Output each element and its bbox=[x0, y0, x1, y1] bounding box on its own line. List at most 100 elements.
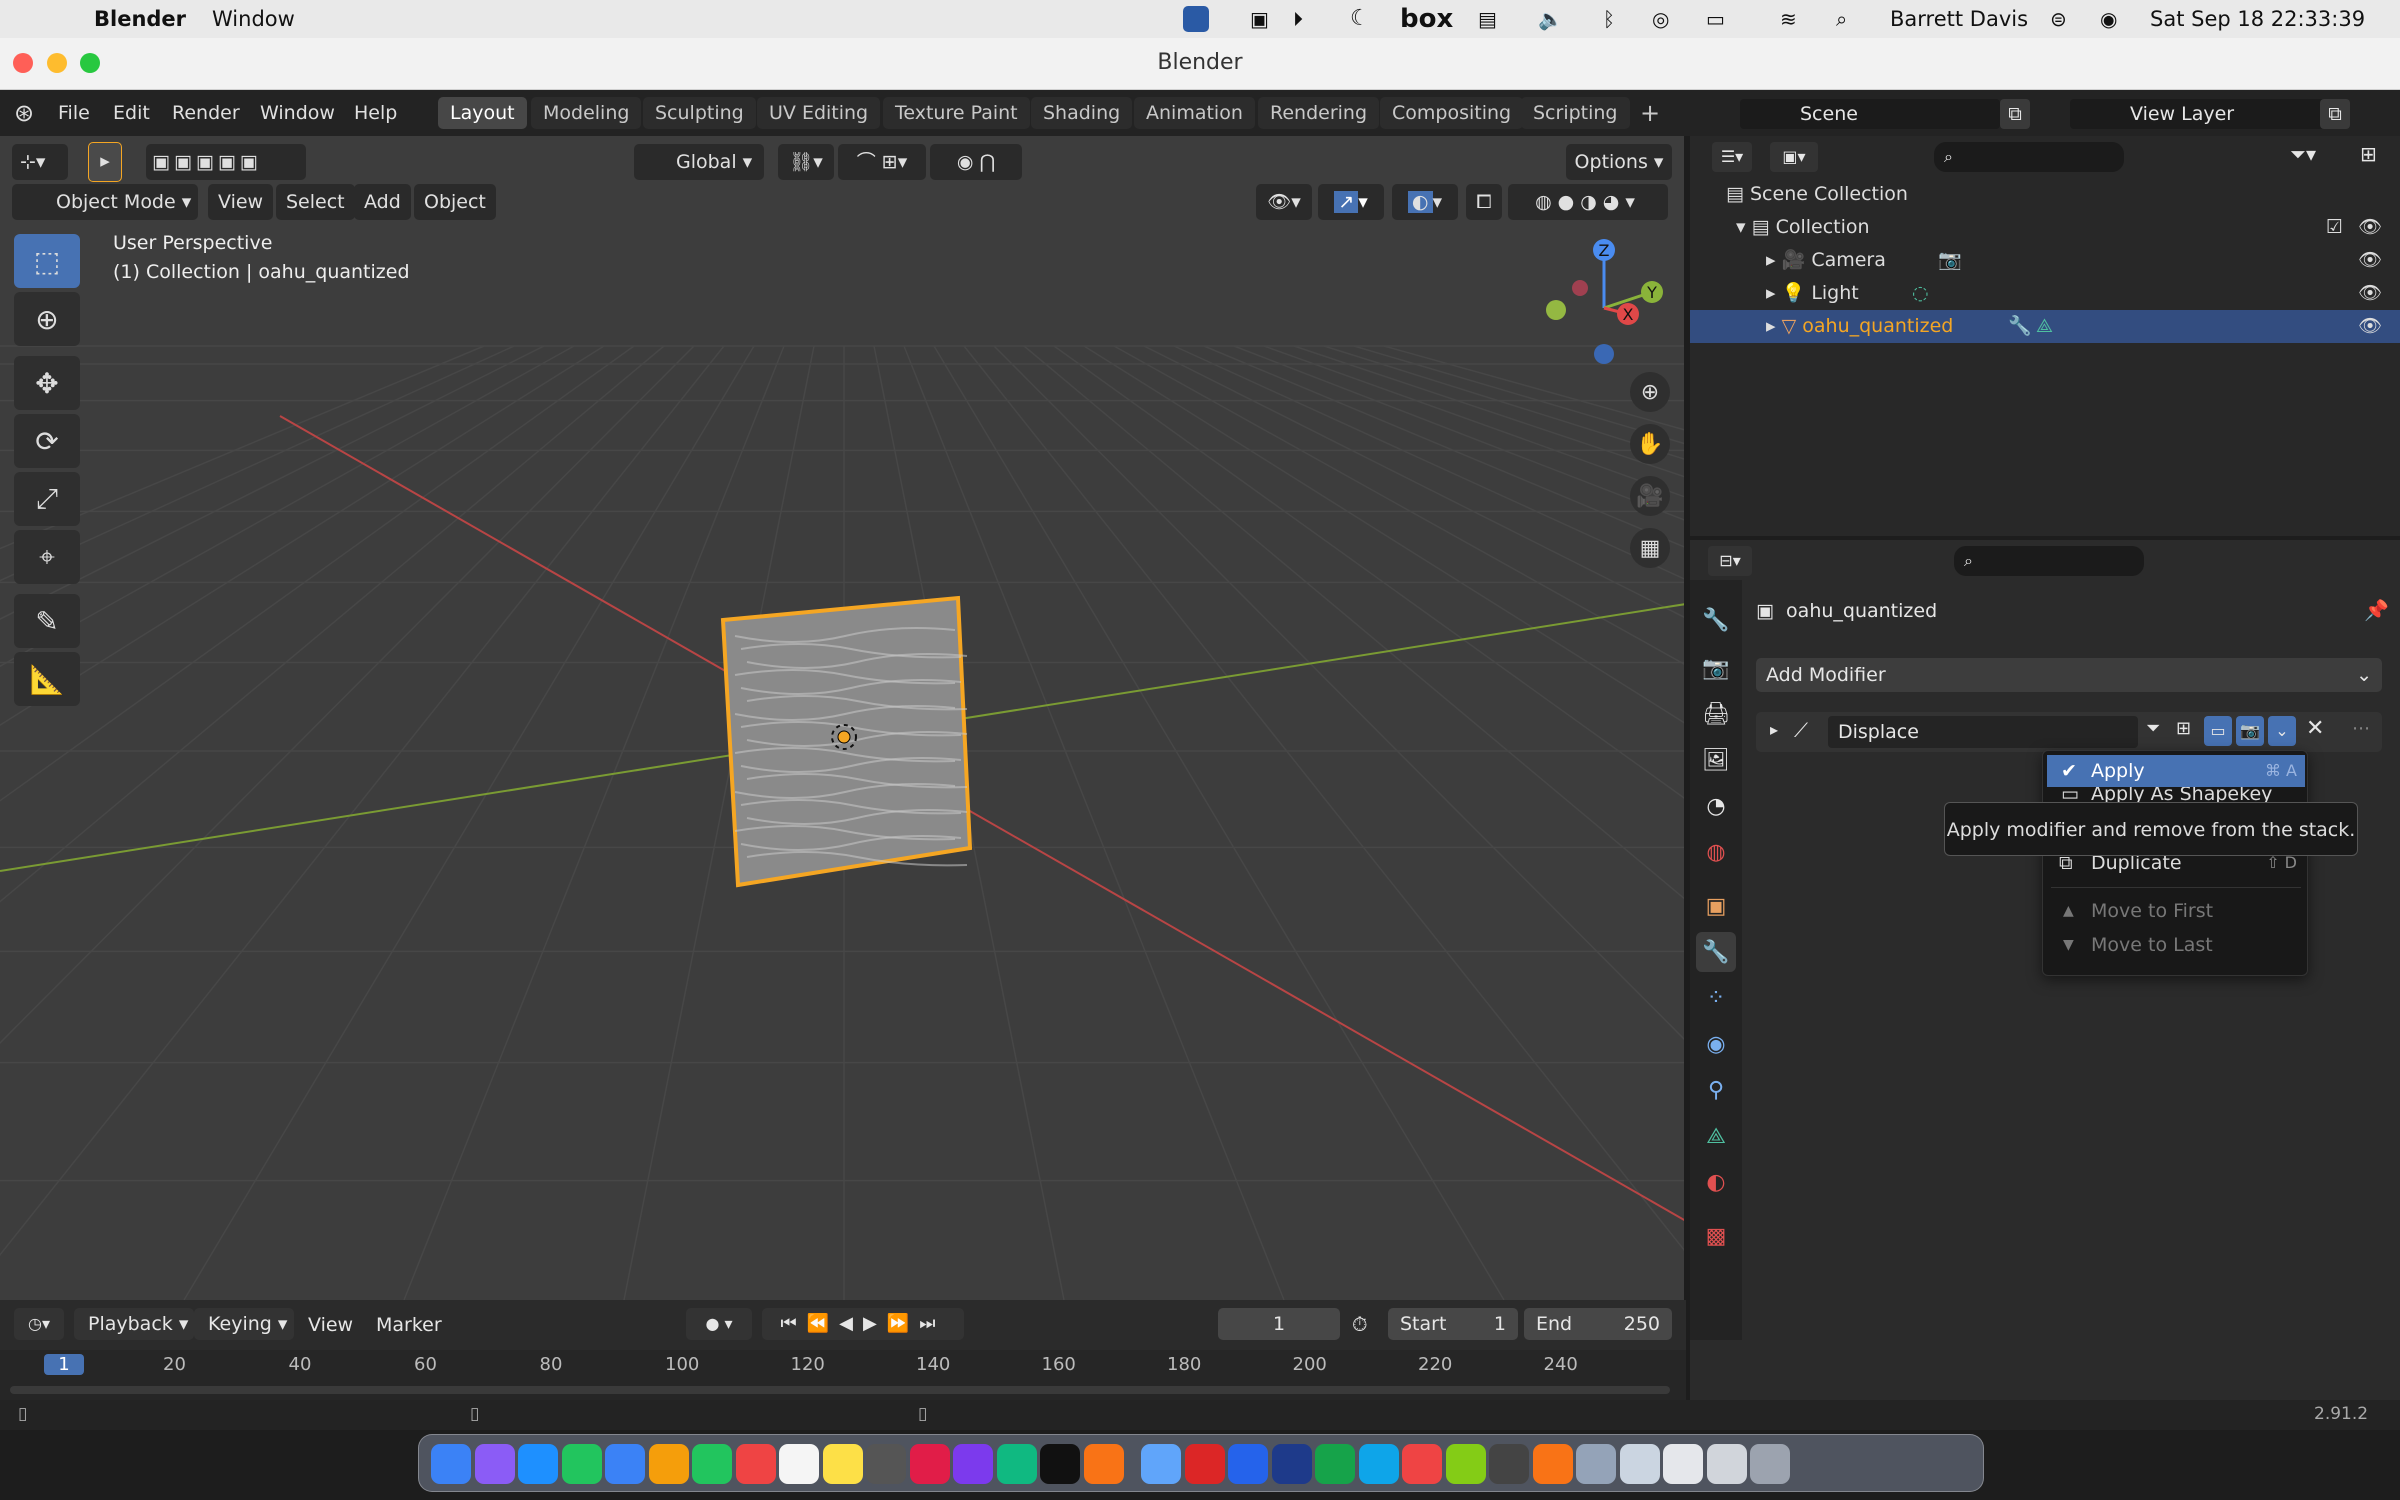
properties-editor-type-icon[interactable]: ⊟▾ bbox=[1708, 546, 1752, 576]
mesh-data-icon[interactable]: ⟁ bbox=[2036, 310, 2053, 343]
pivot-point-icon[interactable]: ⛓▾ bbox=[778, 144, 834, 180]
outliner-filter-view-icon[interactable]: ▣▾ bbox=[1770, 142, 1818, 172]
menu-item-move-last[interactable]: ▼ Move to Last bbox=[2047, 929, 2305, 961]
menu-file[interactable]: File bbox=[58, 90, 90, 136]
gizmo-neg-x-axis[interactable] bbox=[1572, 280, 1588, 296]
render-toggle-icon[interactable]: 📷 bbox=[2236, 716, 2264, 746]
blender-logo-icon[interactable]: ⊛ bbox=[14, 90, 34, 136]
stopwatch-icon[interactable]: ⏱ bbox=[1352, 1312, 1368, 1336]
timeline-marker-menu[interactable]: Marker bbox=[376, 1314, 442, 1336]
data-tab-icon[interactable]: ⟁ bbox=[1696, 1116, 1736, 1156]
gizmo-neg-y-axis[interactable] bbox=[1546, 300, 1566, 320]
light-data-icon[interactable]: ◌ bbox=[1912, 277, 1929, 310]
material-tab-icon[interactable]: ◐ bbox=[1696, 1162, 1736, 1202]
visibility-eye-icon[interactable]: 👁 bbox=[2358, 277, 2382, 310]
dock-app-icon[interactable] bbox=[692, 1444, 732, 1484]
render-tab-icon[interactable]: 📷 bbox=[1696, 648, 1736, 688]
new-scene-icon[interactable]: ⧉ bbox=[2000, 99, 2030, 129]
transform-orientation-dropdown[interactable]: Global ▾ bbox=[634, 144, 764, 180]
timeline-editor-type-icon[interactable]: ◷▾ bbox=[14, 1308, 64, 1340]
particles-tab-icon[interactable]: ⁘ bbox=[1696, 978, 1736, 1018]
dock-app-icon[interactable] bbox=[561, 1444, 602, 1484]
dock-app-icon[interactable] bbox=[605, 1444, 645, 1484]
timeline-scrollbar[interactable] bbox=[10, 1386, 1670, 1394]
drag-handle-icon[interactable]: ⋯ bbox=[2352, 718, 2370, 739]
dock-app-icon[interactable] bbox=[1532, 1444, 1573, 1484]
dock-app-icon[interactable] bbox=[1402, 1444, 1442, 1484]
dock-app-icon[interactable] bbox=[1663, 1444, 1703, 1484]
3d-viewport[interactable]: ⊹▾ ▸ ▣▣▣▣▣ Global ▾ ⛓▾ ⌒ ⊞▾ ◉ ⋂ Options … bbox=[0, 136, 1686, 1300]
dock-app-icon[interactable] bbox=[1358, 1444, 1399, 1484]
user-name[interactable]: Barrett Davis bbox=[1890, 0, 2028, 38]
visibility-icon[interactable]: 👁▾ bbox=[1256, 184, 1312, 220]
scene-selector[interactable]: Scene bbox=[1740, 99, 2000, 129]
scene-tab-icon[interactable]: ◔ bbox=[1696, 786, 1736, 826]
dock-app-icon[interactable] bbox=[953, 1444, 993, 1484]
tool-select-box-icon[interactable]: ⬚ bbox=[14, 234, 80, 288]
dock-app-icon[interactable] bbox=[996, 1444, 1037, 1484]
object-tab-icon[interactable]: ▣ bbox=[1696, 886, 1736, 926]
tab-rendering[interactable]: Rendering bbox=[1258, 97, 1380, 129]
camera-view-icon[interactable]: 🎥 bbox=[1630, 476, 1670, 516]
bluetooth-icon[interactable]: ᛒ bbox=[1603, 0, 1615, 38]
exclude-checkbox[interactable]: ☑ bbox=[2326, 211, 2343, 244]
viewport-menu-object[interactable]: Object bbox=[414, 184, 496, 220]
outliner-search-input[interactable]: ⌕ bbox=[1934, 142, 2124, 172]
zoom-icon[interactable]: ⊕ bbox=[1630, 372, 1670, 412]
perspective-grid-icon[interactable]: ▦ bbox=[1630, 528, 1670, 568]
dock-app-icon[interactable] bbox=[822, 1444, 863, 1484]
tab-uv-editing[interactable]: UV Editing bbox=[757, 97, 881, 129]
output-tab-icon[interactable]: 🖨 bbox=[1696, 694, 1736, 734]
volume-icon[interactable]: 🔈 bbox=[1538, 0, 1563, 38]
expand-arrow-icon[interactable]: ▸ bbox=[1770, 720, 1778, 739]
tool-measure-icon[interactable]: 📐 bbox=[14, 652, 80, 706]
start-frame-field[interactable]: Start 1 bbox=[1388, 1308, 1518, 1340]
tool-tab-icon[interactable]: 🔧 bbox=[1696, 600, 1736, 640]
world-tab-icon[interactable]: ◍ bbox=[1696, 832, 1736, 872]
modifier-menu-dropdown-icon[interactable]: ⌄ bbox=[2268, 716, 2296, 746]
viewport-menu-select[interactable]: Select bbox=[276, 184, 355, 220]
gizmo-toggle-icon[interactable]: ↗ ▾ bbox=[1318, 184, 1384, 220]
tool-cursor-icon[interactable]: ⊕ bbox=[14, 292, 80, 346]
outliner-oahu-row[interactable]: ▸ ▽ oahu_quantized 🔧 ⟁ 👁 bbox=[1690, 310, 2400, 343]
dock-app-icon[interactable] bbox=[1706, 1444, 1747, 1484]
dock-app-icon[interactable] bbox=[1489, 1444, 1529, 1484]
remove-modifier-icon[interactable]: ✕ bbox=[2306, 716, 2324, 741]
battery-icon[interactable]: ▭ bbox=[1706, 0, 1725, 38]
properties-search-input[interactable]: ⌕ bbox=[1954, 546, 2144, 576]
viewport-menu-add[interactable]: Add bbox=[354, 184, 411, 220]
tab-compositing[interactable]: Compositing bbox=[1380, 97, 1524, 129]
app-status-icon[interactable] bbox=[1183, 6, 1209, 32]
new-collection-icon[interactable]: ⊞ bbox=[2360, 142, 2377, 166]
dock-app-icon[interactable] bbox=[1228, 1444, 1268, 1484]
menu-item-move-first[interactable]: ▲ Move to First bbox=[2047, 895, 2305, 927]
close-window-button[interactable] bbox=[13, 53, 33, 73]
menu-item-apply[interactable]: ✔ Apply ⌘ A bbox=[2047, 755, 2305, 787]
pin-icon[interactable]: 📌 bbox=[2364, 598, 2389, 622]
viewport-menu-view[interactable]: View bbox=[208, 184, 274, 220]
menu-window[interactable]: Window bbox=[260, 90, 335, 136]
new-view-layer-icon[interactable]: ⧉ bbox=[2320, 99, 2350, 129]
current-frame-marker[interactable]: 1 bbox=[44, 1354, 84, 1375]
editor-type-selector[interactable]: ⊹▾ bbox=[12, 144, 68, 180]
outliner-collection-row[interactable]: ▾ ▤ Collection ☑ 👁 bbox=[1690, 211, 2400, 244]
cage-toggle-icon[interactable]: ⊞ bbox=[2176, 718, 2191, 739]
dock-app-icon[interactable] bbox=[1315, 1444, 1355, 1484]
keying-menu[interactable]: Keying ▾ bbox=[194, 1308, 294, 1340]
menu-help[interactable]: Help bbox=[354, 90, 397, 136]
outliner-light-row[interactable]: ▸ 💡 Light ◌ 👁 bbox=[1690, 277, 2400, 310]
dock-app-icon[interactable] bbox=[1184, 1444, 1225, 1484]
wifi-icon[interactable]: ≋ bbox=[1780, 0, 1797, 38]
viewport-display-toggle-icon[interactable]: ▭ bbox=[2204, 716, 2232, 746]
dock-app-icon[interactable] bbox=[1576, 1444, 1616, 1484]
end-frame-field[interactable]: End 250 bbox=[1524, 1308, 1672, 1340]
object-mode-dropdown[interactable]: Object Mode ▾ bbox=[12, 184, 198, 220]
tab-shading[interactable]: Shading bbox=[1031, 97, 1133, 129]
view-layer-selector[interactable]: View Layer bbox=[2070, 99, 2330, 129]
flag-icon[interactable]: ▤ bbox=[1478, 0, 1497, 38]
snap-icon[interactable]: ⌒ ⊞▾ bbox=[838, 144, 926, 180]
dock-app-icon[interactable] bbox=[431, 1444, 471, 1484]
spotlight-search-icon[interactable]: ⌕ bbox=[1836, 0, 1847, 38]
dock-app-icon[interactable] bbox=[1141, 1444, 1181, 1484]
playback-menu[interactable]: Playback ▾ bbox=[74, 1308, 194, 1340]
